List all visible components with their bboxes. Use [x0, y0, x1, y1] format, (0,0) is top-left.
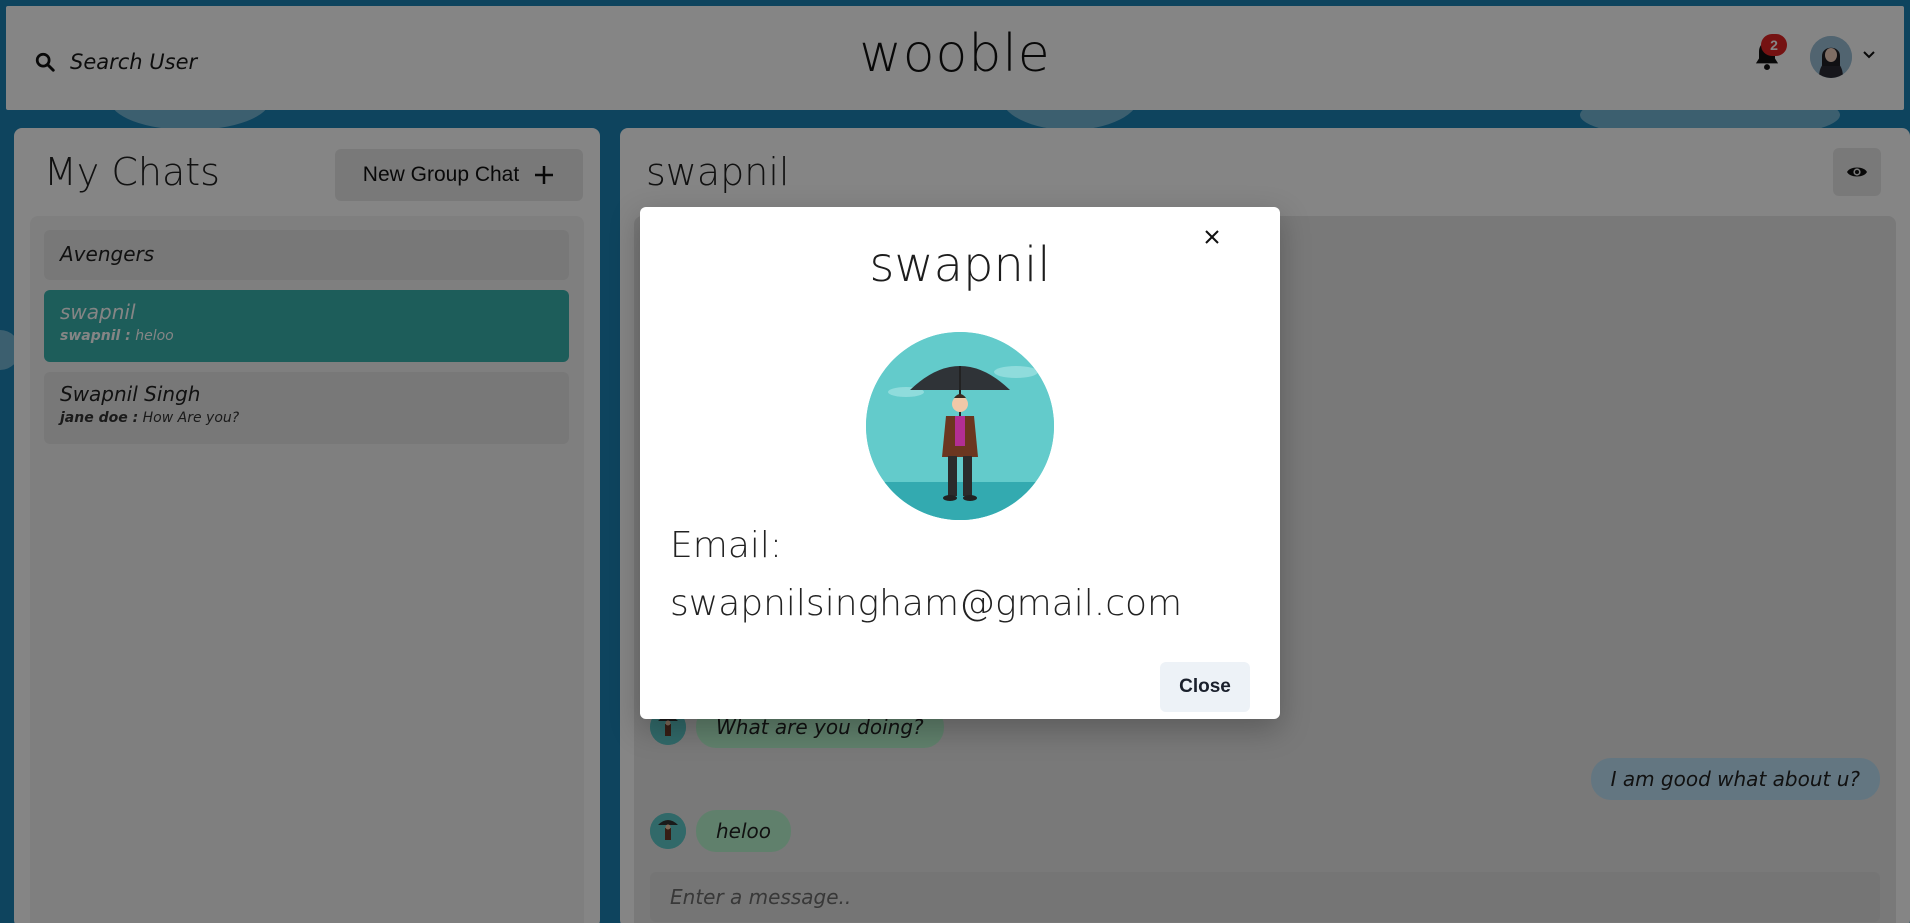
email-label: Email: [670, 525, 783, 566]
close-icon [1205, 230, 1219, 244]
close-button[interactable]: Close [1160, 662, 1250, 712]
profile-avatar [866, 332, 1054, 520]
profile-modal: swapnil Email: swapnilsingham@gmail.com … [640, 207, 1280, 719]
email-value: swapnilsingham@gmail.com [670, 583, 1183, 624]
person-umbrella-icon [866, 332, 1054, 520]
modal-close-x-button[interactable] [1192, 217, 1232, 257]
modal-title: swapnil [869, 237, 1051, 293]
